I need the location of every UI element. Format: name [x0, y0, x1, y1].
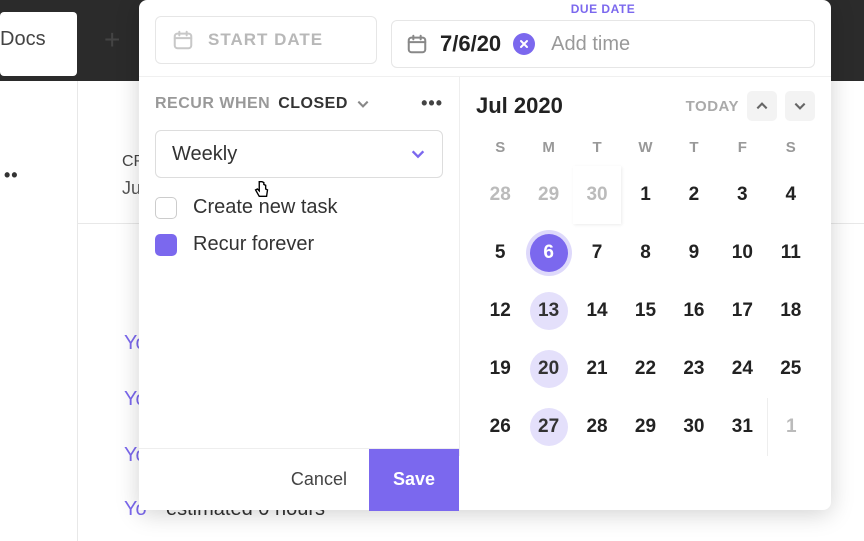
calendar-day[interactable]: 3 [718, 166, 766, 224]
calendar-day[interactable]: 4 [767, 166, 815, 224]
checkbox-unchecked-icon [155, 197, 177, 219]
modal-footer: Cancel Save [139, 448, 459, 510]
calendar-icon [172, 29, 194, 51]
calendar-day[interactable]: 31 [718, 398, 766, 456]
frequency-select[interactable]: Weekly [155, 130, 443, 178]
calendar-day[interactable]: 1 [767, 398, 815, 456]
recur-status: CLOSED [278, 95, 348, 113]
calendar-day[interactable]: 14 [573, 282, 621, 340]
calendar-dow: F [718, 133, 766, 166]
calendar-icon [406, 33, 428, 55]
calendar-day[interactable]: 28 [476, 166, 524, 224]
calendar-day[interactable]: 17 [718, 282, 766, 340]
chevron-down-icon [356, 97, 370, 111]
modal-header: START DATE DUE DATE 7/6/20 Add time [139, 0, 831, 76]
add-time-button[interactable]: Add time [551, 33, 630, 56]
recur-trigger-dropdown[interactable]: RECUR WHEN CLOSED [155, 95, 370, 113]
recur-when-label: RECUR WHEN [155, 95, 270, 113]
calendar-dow: W [621, 133, 669, 166]
due-date-button[interactable]: 7/6/20 Add time [391, 20, 815, 68]
chevron-up-icon [755, 99, 769, 113]
calendar-day[interactable]: 6 [524, 224, 572, 282]
date-picker-modal: START DATE DUE DATE 7/6/20 Add time RECU… [139, 0, 831, 510]
checkbox-label: Create new task [193, 196, 338, 219]
calendar-day[interactable]: 11 [767, 224, 815, 282]
calendar-dow: M [524, 133, 572, 166]
calendar-day[interactable]: 30 [670, 398, 718, 456]
calendar-nav: TODAY [686, 91, 815, 121]
calendar-day[interactable]: 8 [621, 224, 669, 282]
calendar-day[interactable]: 30 [573, 166, 621, 224]
create-new-task-checkbox[interactable]: Create new task [155, 196, 443, 219]
calendar-day[interactable]: 10 [718, 224, 766, 282]
calendar-day[interactable]: 16 [670, 282, 718, 340]
docs-tab[interactable]: Docs [0, 28, 46, 51]
calendar-day[interactable]: 1 [621, 166, 669, 224]
calendar-header: Jul 2020 TODAY [476, 91, 815, 121]
close-icon [518, 38, 530, 50]
calendar-grid: SMTWTFS282930123456789101112131415161718… [476, 133, 815, 456]
prev-month-button[interactable] [747, 91, 777, 121]
calendar-day[interactable]: 28 [573, 398, 621, 456]
due-date-heading: DUE DATE [391, 2, 815, 16]
calendar-panel: Jul 2020 TODAY SMTWTFS282930123456789101… [459, 76, 831, 456]
calendar-dow: S [767, 133, 815, 166]
next-month-button[interactable] [785, 91, 815, 121]
calendar-day[interactable]: 22 [621, 340, 669, 398]
more-options-button[interactable]: ••• [421, 93, 443, 114]
due-date-wrap: DUE DATE 7/6/20 Add time [391, 16, 815, 68]
calendar-day[interactable]: 9 [670, 224, 718, 282]
clear-due-date-button[interactable] [513, 33, 535, 55]
calendar-month-label: Jul 2020 [476, 93, 563, 119]
calendar-day[interactable]: 19 [476, 340, 524, 398]
recur-header: RECUR WHEN CLOSED ••• [155, 93, 443, 114]
calendar-day[interactable]: 25 [767, 340, 815, 398]
chevron-down-icon [793, 99, 807, 113]
recur-panel: RECUR WHEN CLOSED ••• Weekly Create new … [139, 76, 459, 456]
calendar-day[interactable]: 29 [524, 166, 572, 224]
calendar-dow: T [670, 133, 718, 166]
chevron-down-icon [410, 146, 426, 162]
recur-forever-checkbox[interactable]: Recur forever [155, 233, 443, 256]
calendar-day[interactable]: 18 [767, 282, 815, 340]
checkbox-label: Recur forever [193, 233, 314, 256]
due-date-value: 7/6/20 [440, 31, 501, 57]
calendar-day[interactable]: 21 [573, 340, 621, 398]
calendar-day[interactable]: 26 [476, 398, 524, 456]
calendar-day[interactable]: 2 [670, 166, 718, 224]
save-button[interactable]: Save [369, 449, 459, 511]
frequency-value: Weekly [172, 143, 237, 166]
calendar-day[interactable]: 5 [476, 224, 524, 282]
calendar-day[interactable]: 15 [621, 282, 669, 340]
calendar-dow: T [573, 133, 621, 166]
calendar-day[interactable]: 29 [621, 398, 669, 456]
bg-more-icon[interactable]: •• [4, 165, 19, 186]
start-date-button[interactable]: START DATE [155, 16, 377, 64]
calendar-day[interactable]: 24 [718, 340, 766, 398]
bg-divider [77, 81, 78, 541]
start-date-label: START DATE [208, 30, 323, 50]
cancel-button[interactable]: Cancel [269, 469, 369, 490]
calendar-day[interactable]: 20 [524, 340, 572, 398]
calendar-dow: S [476, 133, 524, 166]
calendar-day[interactable]: 13 [524, 282, 572, 340]
calendar-day[interactable]: 12 [476, 282, 524, 340]
calendar-day[interactable]: 27 [524, 398, 572, 456]
modal-body: RECUR WHEN CLOSED ••• Weekly Create new … [139, 76, 831, 456]
add-icon[interactable]: + [104, 24, 120, 56]
checkbox-checked-icon [155, 234, 177, 256]
calendar-day[interactable]: 23 [670, 340, 718, 398]
today-button[interactable]: TODAY [686, 98, 739, 115]
calendar-day[interactable]: 7 [573, 224, 621, 282]
